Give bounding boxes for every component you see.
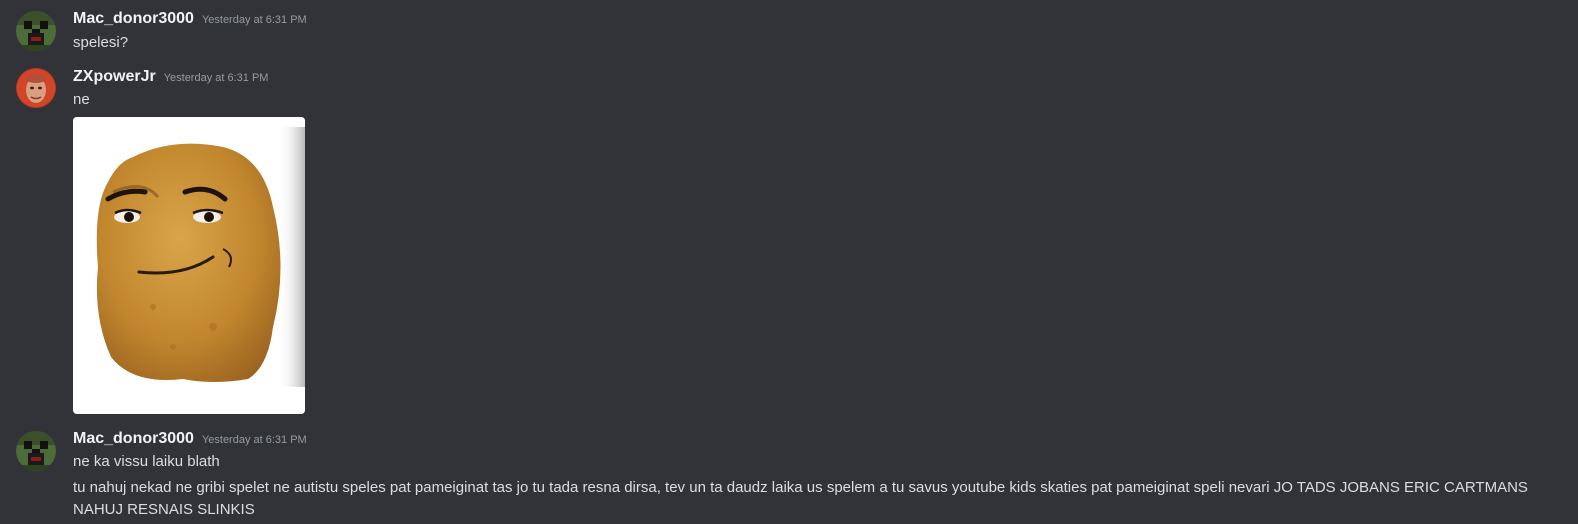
face-photo-avatar-icon: [16, 68, 56, 108]
message-text: ne ka vissu laiku blath: [73, 453, 220, 470]
chat-message-list: Mac_donor3000 Yesterday at 6:31 PM speles…: [0, 0, 1578, 524]
message-text: ne: [73, 91, 90, 108]
user-avatar[interactable]: [16, 68, 56, 108]
message-header: Mac_donor3000 Yesterday at 6:31 PM: [73, 10, 307, 28]
message-header: ZXpowerJr Yesterday at 6:31 PM: [73, 68, 268, 86]
user-avatar[interactable]: [16, 11, 56, 51]
pixel-creeper-avatar-icon: [16, 431, 56, 471]
message-text: tu nahuj nekad ne gribi spelet ne autist…: [73, 479, 1528, 518]
image-attachment[interactable]: [73, 117, 305, 414]
username[interactable]: ZXpowerJr: [73, 68, 156, 85]
username[interactable]: Mac_donor3000: [73, 10, 194, 27]
username[interactable]: Mac_donor3000: [73, 430, 194, 447]
message-group: Mac_donor3000 Yesterday at 6:31 PM speles…: [0, 0, 1578, 60]
message-text: spelesi?: [73, 34, 129, 51]
message-group: Mac_donor3000 Yesterday at 6:31 PM ne ka …: [0, 420, 1578, 524]
message-timestamp[interactable]: Yesterday at 6:31 PM: [164, 72, 269, 84]
pixel-creeper-avatar-icon: [16, 11, 56, 51]
chicken-nugget-face-image: [73, 117, 305, 414]
message-header: Mac_donor3000 Yesterday at 6:31 PM: [73, 430, 307, 448]
user-avatar[interactable]: [16, 431, 56, 471]
message-timestamp[interactable]: Yesterday at 6:31 PM: [202, 14, 307, 26]
message-timestamp[interactable]: Yesterday at 6:31 PM: [202, 434, 307, 446]
